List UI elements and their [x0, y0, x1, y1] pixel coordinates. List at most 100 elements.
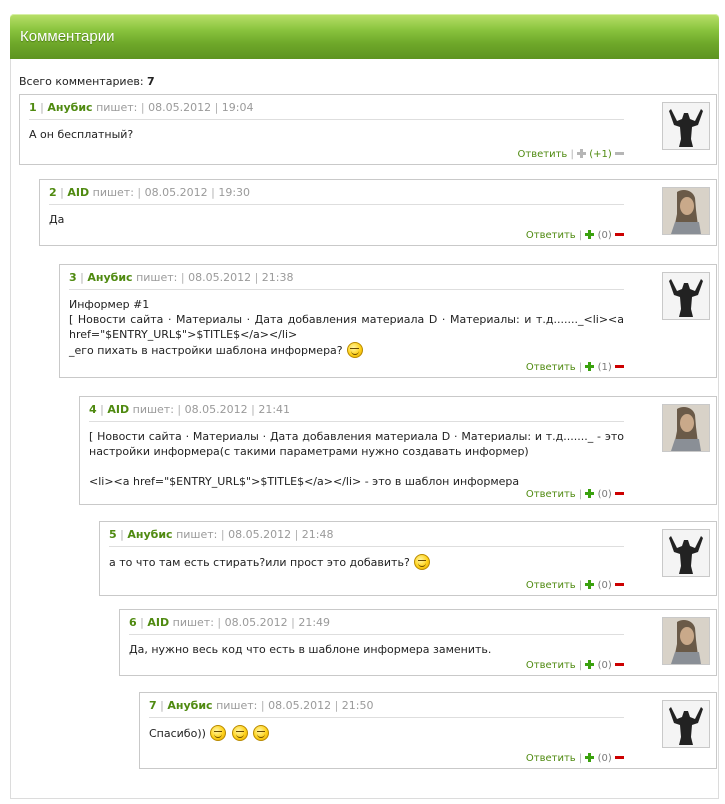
vote-up-icon[interactable]: [585, 489, 595, 498]
vote-up-icon[interactable]: [585, 660, 595, 669]
total-label: Всего комментариев:: [19, 75, 144, 88]
comments-header: Комментарии: [10, 14, 719, 59]
comment-body: Спасибо)): [149, 725, 624, 741]
comment-meta: 7 | Анубис пишет: | 08.05.2012 | 21:50: [149, 699, 624, 718]
comment-body: а то что там есть стирать?или прост это …: [109, 554, 624, 570]
vote-up-icon[interactable]: [585, 580, 595, 589]
comment-author-link[interactable]: Анубис: [167, 699, 212, 712]
reply-link[interactable]: Ответить: [526, 753, 576, 764]
vote-down-icon[interactable]: [615, 489, 624, 498]
aid-avatar-icon: [662, 617, 710, 665]
comment-actions: Ответить | (1): [526, 362, 624, 373]
comment-meta: 1 | Анубис пишет: | 08.05.2012 | 19:04: [29, 101, 624, 120]
comment-author-link[interactable]: Анубис: [87, 271, 132, 284]
anubis-avatar-icon: [662, 272, 710, 320]
comment-time: 21:38: [261, 271, 294, 284]
comment-actions: Ответить | (0): [526, 660, 624, 671]
comments-total: Всего комментариев: 7: [19, 75, 155, 88]
aid-avatar-icon: [662, 187, 710, 235]
comment-time: 21:41: [258, 403, 291, 416]
anubis-avatar-icon: [662, 102, 710, 150]
vote-down-icon[interactable]: [615, 362, 624, 371]
comment-meta: 2 | AID пишет: | 08.05.2012 | 19:30: [49, 186, 624, 205]
comment-number: 2: [49, 186, 57, 199]
comment-actions: Ответить | (0): [526, 230, 624, 241]
comment-meta: 3 | Анубис пишет: | 08.05.2012 | 21:38: [69, 271, 624, 290]
comment-body: Да, нужно весь код что есть в шаблоне ин…: [129, 643, 492, 656]
vote-down-icon[interactable]: [615, 660, 624, 669]
vote-up-icon[interactable]: [577, 149, 587, 158]
comment-time: 21:50: [341, 699, 374, 712]
comment-author-link[interactable]: AID: [147, 616, 169, 629]
comment-rating: (0): [597, 230, 612, 241]
reply-link[interactable]: Ответить: [518, 149, 568, 160]
comment-meta: 6 | AID пишет: | 08.05.2012 | 21:49: [129, 616, 624, 635]
vote-down-icon[interactable]: [615, 149, 624, 158]
vote-up-icon[interactable]: [585, 753, 595, 762]
comment-body: [ Новости сайта · Материалы · Дата добав…: [89, 430, 624, 488]
comment-rating: (0): [597, 660, 612, 671]
comment-date: 08.05.2012: [268, 699, 332, 712]
comment-time: 21:49: [298, 616, 331, 629]
comment-meta: 4 | AID пишет: | 08.05.2012 | 21:41: [89, 403, 624, 422]
comment-6: 6 | AID пишет: | 08.05.2012 | 21:49 Да, …: [119, 609, 717, 676]
comment-body: А он бесплатный?: [29, 128, 134, 141]
comment-date: 08.05.2012: [188, 271, 252, 284]
comment-rating: (0): [597, 489, 612, 500]
comment-7: 7 | Анубис пишет: | 08.05.2012 | 21:50 С…: [139, 692, 717, 769]
comment-rating: (0): [597, 753, 612, 764]
comment-author-link[interactable]: Анубис: [47, 101, 92, 114]
comment-body: Информер #1 [ Новости сайта · Материалы …: [69, 298, 624, 358]
smiley-icon: [231, 725, 248, 741]
comment-1: 1 | Анубис пишет: | 08.05.2012 | 19:04 А…: [19, 94, 717, 165]
comment-author-link[interactable]: AID: [67, 186, 89, 199]
aid-avatar-icon: [662, 404, 710, 452]
wink-smiley-icon: [347, 342, 364, 358]
comments-page: Комментарии Всего комментариев: 7 1 | Ан…: [0, 0, 725, 804]
comment-number: 6: [129, 616, 137, 629]
total-count: 7: [147, 75, 155, 88]
comment-rating: (1): [597, 362, 612, 373]
comment-time: 21:48: [301, 528, 334, 541]
anubis-avatar-icon: [662, 700, 710, 748]
comment-number: 3: [69, 271, 77, 284]
comment-rating: (0): [597, 580, 612, 591]
reply-link[interactable]: Ответить: [526, 489, 576, 500]
comment-body: Да: [49, 213, 65, 226]
vote-down-icon[interactable]: [615, 580, 624, 589]
comment-date: 08.05.2012: [184, 403, 248, 416]
comment-date: 08.05.2012: [148, 101, 212, 114]
anubis-avatar-icon: [662, 529, 710, 577]
comment-number: 1: [29, 101, 37, 114]
reply-link[interactable]: Ответить: [526, 580, 576, 591]
vote-down-icon[interactable]: [615, 230, 624, 239]
comment-actions: Ответить | (0): [526, 580, 624, 591]
vote-up-icon[interactable]: [585, 230, 595, 239]
comment-date: 08.05.2012: [144, 186, 208, 199]
comment-date: 08.05.2012: [228, 528, 292, 541]
comment-number: 5: [109, 528, 117, 541]
reply-link[interactable]: Ответить: [526, 230, 576, 241]
smiley-icon: [414, 554, 431, 570]
vote-down-icon[interactable]: [615, 753, 624, 762]
comment-number: 7: [149, 699, 157, 712]
reply-link[interactable]: Ответить: [526, 660, 576, 671]
comment-actions: Ответить | (0): [526, 489, 624, 500]
smiley-icon: [210, 725, 227, 741]
comment-time: 19:04: [221, 101, 254, 114]
comment-actions: Ответить | (0): [526, 753, 624, 764]
comment-rating: (+1): [589, 149, 612, 160]
comment-date: 08.05.2012: [224, 616, 288, 629]
reply-link[interactable]: Ответить: [526, 362, 576, 373]
comment-4: 4 | AID пишет: | 08.05.2012 | 21:41 [ Но…: [79, 396, 717, 505]
comment-meta: 5 | Анубис пишет: | 08.05.2012 | 21:48: [109, 528, 624, 547]
header-title: Комментарии: [20, 28, 115, 45]
comment-time: 19:30: [218, 186, 251, 199]
vote-up-icon[interactable]: [585, 362, 595, 371]
comment-author-link[interactable]: AID: [107, 403, 129, 416]
comment-2: 2 | AID пишет: | 08.05.2012 | 19:30 Да О…: [39, 179, 717, 246]
comment-5: 5 | Анубис пишет: | 08.05.2012 | 21:48 а…: [99, 521, 717, 596]
comment-actions: Ответить | (+1): [518, 149, 624, 160]
comment-number: 4: [89, 403, 97, 416]
comment-author-link[interactable]: Анубис: [127, 528, 172, 541]
